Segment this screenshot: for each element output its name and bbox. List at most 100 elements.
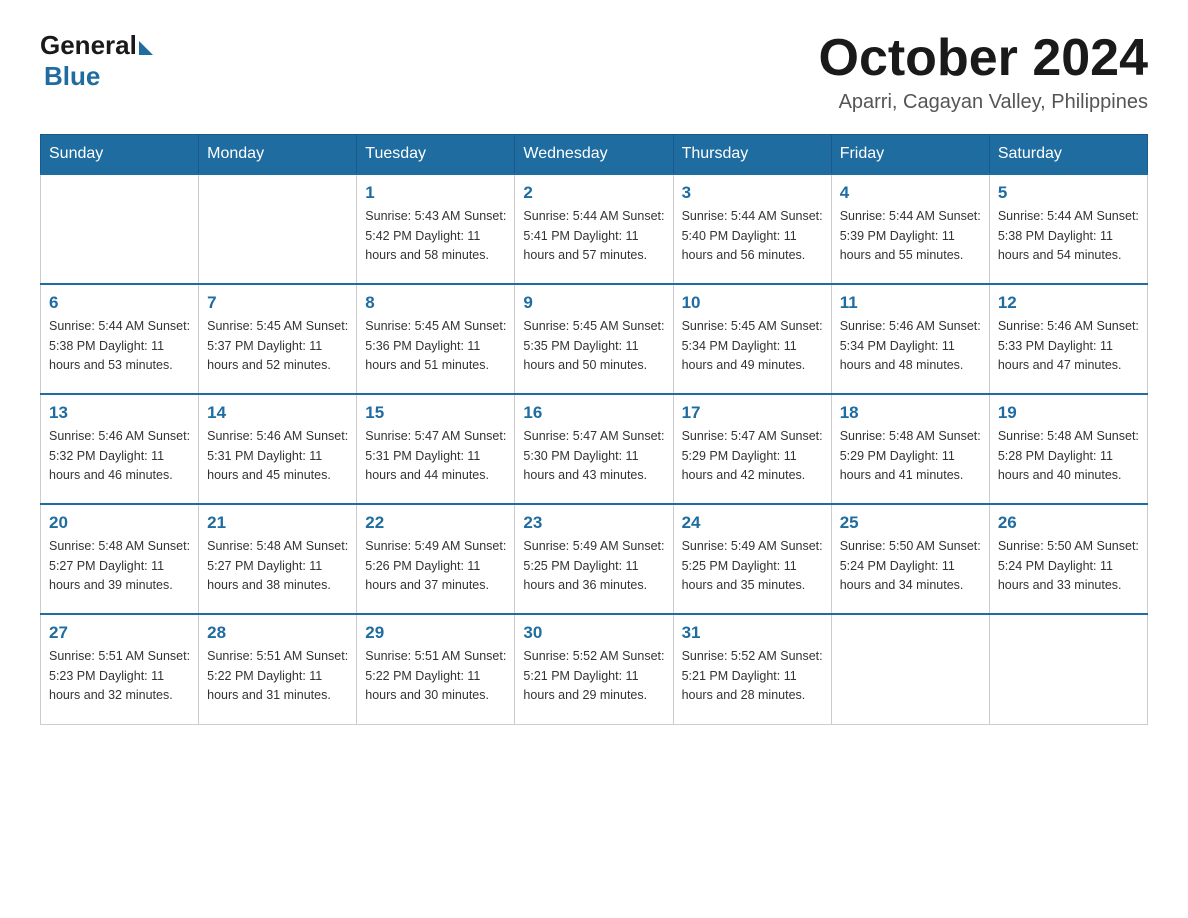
calendar-cell: 17 Sunrise: 5:47 AM Sunset: 5:29 PM Dayli… <box>673 394 831 504</box>
day-header-friday: Friday <box>831 135 989 175</box>
calendar-cell: 21 Sunrise: 5:48 AM Sunset: 5:27 PM Dayli… <box>199 504 357 614</box>
day-info: Sunrise: 5:49 AM Sunset: 5:25 PM Dayligh… <box>523 537 664 595</box>
day-number: 12 <box>998 293 1139 313</box>
day-number: 24 <box>682 513 823 533</box>
day-info: Sunrise: 5:45 AM Sunset: 5:37 PM Dayligh… <box>207 317 348 375</box>
day-info: Sunrise: 5:47 AM Sunset: 5:29 PM Dayligh… <box>682 427 823 485</box>
day-number: 15 <box>365 403 506 423</box>
day-number: 5 <box>998 183 1139 203</box>
day-number: 31 <box>682 623 823 643</box>
day-info: Sunrise: 5:46 AM Sunset: 5:32 PM Dayligh… <box>49 427 190 485</box>
calendar-cell: 23Sunrise: 5:49 AM Sunset: 5:25 PM Dayli… <box>515 504 673 614</box>
calendar-table: SundayMondayTuesdayWednesdayThursdayFrid… <box>40 134 1148 725</box>
day-number: 16 <box>523 403 664 423</box>
calendar-cell: 3 Sunrise: 5:44 AM Sunset: 5:40 PM Daylig… <box>673 174 831 284</box>
calendar-cell: 7 Sunrise: 5:45 AM Sunset: 5:37 PM Daylig… <box>199 284 357 394</box>
calendar-cell: 31 Sunrise: 5:52 AM Sunset: 5:21 PM Dayli… <box>673 614 831 724</box>
day-info: Sunrise: 5:50 AM Sunset: 5:24 PM Dayligh… <box>998 537 1139 595</box>
logo-arrow-icon <box>139 41 153 55</box>
week-row-4: 20 Sunrise: 5:48 AM Sunset: 5:27 PM Dayli… <box>41 504 1148 614</box>
calendar-cell: 4 Sunrise: 5:44 AM Sunset: 5:39 PM Daylig… <box>831 174 989 284</box>
month-title: October 2024 <box>819 30 1149 87</box>
day-number: 14 <box>207 403 348 423</box>
calendar-cell: 8Sunrise: 5:45 AM Sunset: 5:36 PM Daylig… <box>357 284 515 394</box>
week-row-2: 6Sunrise: 5:44 AM Sunset: 5:38 PM Daylig… <box>41 284 1148 394</box>
day-number: 22 <box>365 513 506 533</box>
calendar-cell <box>41 174 199 284</box>
calendar-cell: 6Sunrise: 5:44 AM Sunset: 5:38 PM Daylig… <box>41 284 199 394</box>
calendar-cell: 11 Sunrise: 5:46 AM Sunset: 5:34 PM Dayli… <box>831 284 989 394</box>
calendar-cell: 22 Sunrise: 5:49 AM Sunset: 5:26 PM Dayli… <box>357 504 515 614</box>
calendar-cell: 20 Sunrise: 5:48 AM Sunset: 5:27 PM Dayli… <box>41 504 199 614</box>
day-info: Sunrise: 5:44 AM Sunset: 5:39 PM Dayligh… <box>840 207 981 265</box>
day-info: Sunrise: 5:47 AM Sunset: 5:31 PM Dayligh… <box>365 427 506 485</box>
day-info: Sunrise: 5:48 AM Sunset: 5:27 PM Dayligh… <box>49 537 190 595</box>
calendar-cell: 2Sunrise: 5:44 AM Sunset: 5:41 PM Daylig… <box>515 174 673 284</box>
day-number: 3 <box>682 183 823 203</box>
title-area: October 2024 Aparri, Cagayan Valley, Phi… <box>819 30 1149 114</box>
calendar-cell: 5 Sunrise: 5:44 AM Sunset: 5:38 PM Daylig… <box>989 174 1147 284</box>
day-info: Sunrise: 5:48 AM Sunset: 5:28 PM Dayligh… <box>998 427 1139 485</box>
calendar-cell: 18 Sunrise: 5:48 AM Sunset: 5:29 PM Dayli… <box>831 394 989 504</box>
day-header-monday: Monday <box>199 135 357 175</box>
day-number: 19 <box>998 403 1139 423</box>
calendar-cell: 13Sunrise: 5:46 AM Sunset: 5:32 PM Dayli… <box>41 394 199 504</box>
calendar-cell: 25Sunrise: 5:50 AM Sunset: 5:24 PM Dayli… <box>831 504 989 614</box>
logo-general-text: General <box>40 30 137 61</box>
day-info: Sunrise: 5:46 AM Sunset: 5:34 PM Dayligh… <box>840 317 981 375</box>
calendar-cell: 9 Sunrise: 5:45 AM Sunset: 5:35 PM Daylig… <box>515 284 673 394</box>
page-header: General Blue October 2024 Aparri, Cagaya… <box>40 30 1148 114</box>
day-info: Sunrise: 5:48 AM Sunset: 5:27 PM Dayligh… <box>207 537 348 595</box>
day-number: 11 <box>840 293 981 313</box>
day-header-sunday: Sunday <box>41 135 199 175</box>
day-number: 7 <box>207 293 348 313</box>
day-number: 21 <box>207 513 348 533</box>
calendar-cell: 16Sunrise: 5:47 AM Sunset: 5:30 PM Dayli… <box>515 394 673 504</box>
day-header-saturday: Saturday <box>989 135 1147 175</box>
calendar-cell <box>831 614 989 724</box>
day-info: Sunrise: 5:52 AM Sunset: 5:21 PM Dayligh… <box>523 647 664 705</box>
location-title: Aparri, Cagayan Valley, Philippines <box>819 91 1149 114</box>
day-number: 8 <box>365 293 506 313</box>
week-row-3: 13Sunrise: 5:46 AM Sunset: 5:32 PM Dayli… <box>41 394 1148 504</box>
day-info: Sunrise: 5:52 AM Sunset: 5:21 PM Dayligh… <box>682 647 823 705</box>
day-info: Sunrise: 5:43 AM Sunset: 5:42 PM Dayligh… <box>365 207 506 265</box>
day-number: 29 <box>365 623 506 643</box>
day-number: 26 <box>998 513 1139 533</box>
day-number: 10 <box>682 293 823 313</box>
day-info: Sunrise: 5:44 AM Sunset: 5:38 PM Dayligh… <box>998 207 1139 265</box>
day-number: 25 <box>840 513 981 533</box>
day-info: Sunrise: 5:44 AM Sunset: 5:41 PM Dayligh… <box>523 207 664 265</box>
calendar-cell: 30 Sunrise: 5:52 AM Sunset: 5:21 PM Dayli… <box>515 614 673 724</box>
calendar-cell: 27Sunrise: 5:51 AM Sunset: 5:23 PM Dayli… <box>41 614 199 724</box>
day-info: Sunrise: 5:48 AM Sunset: 5:29 PM Dayligh… <box>840 427 981 485</box>
calendar-cell: 12Sunrise: 5:46 AM Sunset: 5:33 PM Dayli… <box>989 284 1147 394</box>
day-number: 20 <box>49 513 190 533</box>
day-header-wednesday: Wednesday <box>515 135 673 175</box>
day-header-tuesday: Tuesday <box>357 135 515 175</box>
calendar-cell: 10 Sunrise: 5:45 AM Sunset: 5:34 PM Dayli… <box>673 284 831 394</box>
calendar-cell: 14Sunrise: 5:46 AM Sunset: 5:31 PM Dayli… <box>199 394 357 504</box>
day-number: 9 <box>523 293 664 313</box>
day-header-thursday: Thursday <box>673 135 831 175</box>
calendar-cell: 26 Sunrise: 5:50 AM Sunset: 5:24 PM Dayli… <box>989 504 1147 614</box>
day-number: 18 <box>840 403 981 423</box>
logo: General <box>40 30 153 61</box>
week-row-1: 1 Sunrise: 5:43 AM Sunset: 5:42 PM Daylig… <box>41 174 1148 284</box>
day-info: Sunrise: 5:51 AM Sunset: 5:22 PM Dayligh… <box>207 647 348 705</box>
day-info: Sunrise: 5:45 AM Sunset: 5:34 PM Dayligh… <box>682 317 823 375</box>
day-number: 4 <box>840 183 981 203</box>
day-info: Sunrise: 5:45 AM Sunset: 5:35 PM Dayligh… <box>523 317 664 375</box>
day-info: Sunrise: 5:49 AM Sunset: 5:26 PM Dayligh… <box>365 537 506 595</box>
calendar-cell <box>989 614 1147 724</box>
calendar-cell <box>199 174 357 284</box>
day-number: 1 <box>365 183 506 203</box>
calendar-cell: 1 Sunrise: 5:43 AM Sunset: 5:42 PM Daylig… <box>357 174 515 284</box>
day-info: Sunrise: 5:44 AM Sunset: 5:38 PM Dayligh… <box>49 317 190 375</box>
week-row-5: 27Sunrise: 5:51 AM Sunset: 5:23 PM Dayli… <box>41 614 1148 724</box>
calendar-cell: 28Sunrise: 5:51 AM Sunset: 5:22 PM Dayli… <box>199 614 357 724</box>
day-number: 17 <box>682 403 823 423</box>
day-number: 30 <box>523 623 664 643</box>
day-info: Sunrise: 5:44 AM Sunset: 5:40 PM Dayligh… <box>682 207 823 265</box>
day-info: Sunrise: 5:49 AM Sunset: 5:25 PM Dayligh… <box>682 537 823 595</box>
